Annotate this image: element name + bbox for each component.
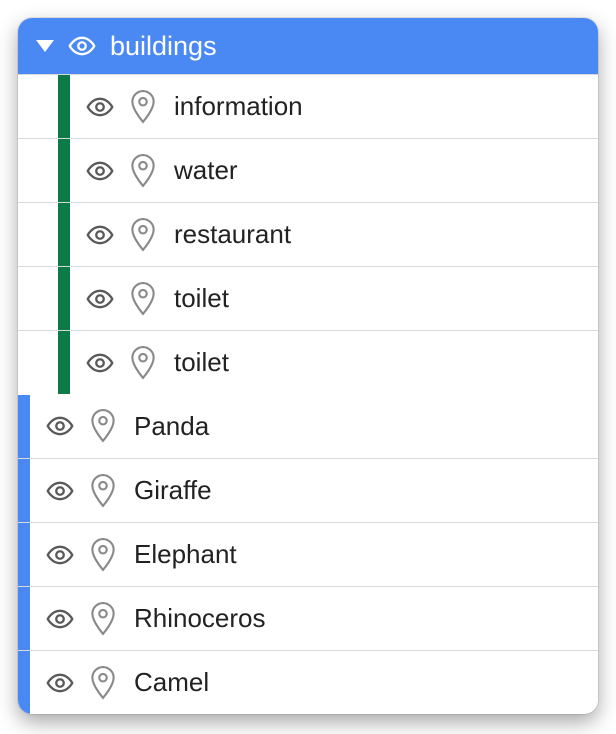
- layer-row[interactable]: information: [18, 74, 598, 138]
- layer-label: toilet: [174, 347, 229, 378]
- visibility-eye-icon[interactable]: [46, 477, 74, 505]
- map-pin-icon: [130, 346, 156, 380]
- layer-row[interactable]: toilet: [18, 330, 598, 394]
- layer-label: water: [174, 155, 238, 186]
- layer-row[interactable]: Panda: [18, 394, 598, 458]
- layer-label: Elephant: [134, 539, 237, 570]
- visibility-eye-icon[interactable]: [68, 32, 96, 60]
- sibling-layers: Panda Giraffe: [18, 394, 598, 714]
- map-pin-icon: [90, 666, 116, 700]
- visibility-eye-icon[interactable]: [46, 412, 74, 440]
- color-strip: [18, 459, 30, 522]
- map-pin-icon: [130, 90, 156, 124]
- group-header-buildings[interactable]: buildings: [18, 18, 598, 74]
- layer-row[interactable]: toilet: [18, 266, 598, 330]
- group-header-label: buildings: [110, 31, 217, 62]
- visibility-eye-icon[interactable]: [86, 349, 114, 377]
- visibility-eye-icon[interactable]: [46, 669, 74, 697]
- map-pin-icon: [90, 538, 116, 572]
- layer-row[interactable]: restaurant: [18, 202, 598, 266]
- map-pin-icon: [90, 474, 116, 508]
- expand-triangle-icon[interactable]: [36, 40, 54, 52]
- color-strip: [58, 203, 70, 266]
- layer-panel: buildings information: [18, 18, 598, 714]
- visibility-eye-icon[interactable]: [86, 221, 114, 249]
- layer-label: Rhinoceros: [134, 603, 266, 634]
- color-strip: [58, 139, 70, 202]
- layer-row[interactable]: Camel: [18, 650, 598, 714]
- visibility-eye-icon[interactable]: [86, 93, 114, 121]
- group-children: information water: [18, 74, 598, 394]
- layer-row[interactable]: Elephant: [18, 522, 598, 586]
- visibility-eye-icon[interactable]: [86, 157, 114, 185]
- layer-label: Camel: [134, 667, 209, 698]
- layer-row[interactable]: water: [18, 138, 598, 202]
- color-strip: [18, 587, 30, 650]
- color-strip: [58, 75, 70, 138]
- layer-label: restaurant: [174, 219, 291, 250]
- layer-label: Panda: [134, 411, 209, 442]
- layer-row[interactable]: Giraffe: [18, 458, 598, 522]
- color-strip: [18, 395, 30, 458]
- map-pin-icon: [90, 602, 116, 636]
- map-pin-icon: [130, 282, 156, 316]
- layer-label: toilet: [174, 283, 229, 314]
- map-pin-icon: [130, 218, 156, 252]
- map-pin-icon: [90, 409, 116, 443]
- map-pin-icon: [130, 154, 156, 188]
- color-strip: [18, 651, 30, 714]
- layer-row[interactable]: Rhinoceros: [18, 586, 598, 650]
- color-strip: [18, 523, 30, 586]
- color-strip: [58, 267, 70, 330]
- color-strip: [58, 331, 70, 394]
- visibility-eye-icon[interactable]: [46, 605, 74, 633]
- visibility-eye-icon[interactable]: [46, 541, 74, 569]
- layer-label: information: [174, 91, 303, 122]
- visibility-eye-icon[interactable]: [86, 285, 114, 313]
- layer-label: Giraffe: [134, 475, 212, 506]
